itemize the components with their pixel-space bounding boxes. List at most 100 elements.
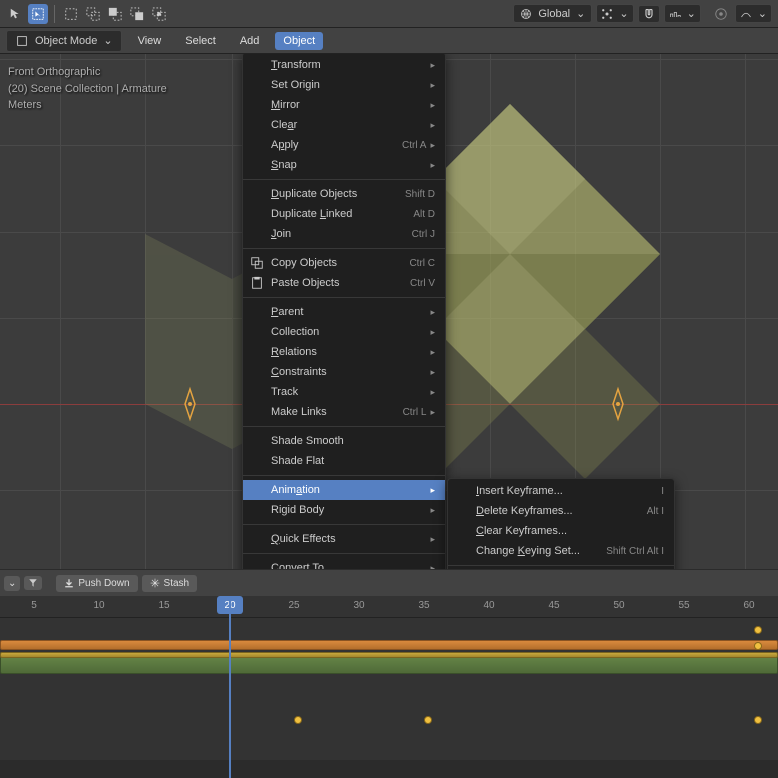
object-menu[interactable]: Object <box>275 32 323 50</box>
stash-label: Stash <box>164 578 190 589</box>
menu-duplicate-linked[interactable]: Duplicate LinkedAlt D <box>243 204 445 224</box>
pivot-dropdown[interactable]: ⌄ <box>596 4 633 23</box>
select-intersect-icon[interactable] <box>149 4 169 24</box>
track-row[interactable] <box>0 624 778 636</box>
ruler-tick: 5 <box>31 600 37 611</box>
select-box-icon[interactable] <box>61 4 81 24</box>
track-row[interactable] <box>0 652 778 674</box>
menu-quick-effects[interactable]: Quick Effects▸ <box>243 529 445 549</box>
overlay-line3: Meters <box>8 97 167 114</box>
separator <box>54 5 55 23</box>
orientation-label: Global <box>538 8 570 20</box>
track-row[interactable] <box>0 714 778 726</box>
proportional-falloff-dropdown[interactable]: ⌄ <box>735 4 772 23</box>
menu-separator <box>243 248 445 249</box>
select-subtract-icon[interactable] <box>105 4 125 24</box>
ruler-tick: 55 <box>678 600 689 611</box>
keyframe[interactable] <box>754 626 762 634</box>
timeline-header: ⌄ Push Down Stash <box>0 570 778 596</box>
viewport-3d[interactable]: Front Orthographic (20) Scene Collection… <box>0 54 778 569</box>
menu-apply[interactable]: ApplyCtrl A▸ <box>243 135 445 155</box>
menu-separator <box>243 297 445 298</box>
menu-track[interactable]: Track▸ <box>243 382 445 402</box>
submenu-change-keying-set[interactable]: Change Keying Set...Shift Ctrl Alt I <box>448 541 674 561</box>
orientation-dropdown[interactable]: Global ⌄ <box>513 4 592 23</box>
object-context-menu: Transform▸ Set Origin▸ Mirror▸ Clear▸ Ap… <box>242 54 446 569</box>
menu-constraints[interactable]: Constraints▸ <box>243 362 445 382</box>
stash-button[interactable]: Stash <box>142 575 198 592</box>
paste-icon <box>249 275 265 291</box>
pivot-icon <box>601 8 613 20</box>
snap-dropdown[interactable]: ⌄ <box>664 4 701 23</box>
cursor-tool-icon[interactable] <box>6 4 26 24</box>
menu-copy-objects[interactable]: Copy ObjectsCtrl C <box>243 253 445 273</box>
select-extend-icon[interactable] <box>83 4 103 24</box>
playhead-line <box>229 596 231 778</box>
falloff-icon <box>740 8 752 20</box>
menu-separator <box>243 475 445 476</box>
keyframe[interactable] <box>754 716 762 724</box>
snap-toggle[interactable] <box>638 5 660 23</box>
nla-strip[interactable] <box>0 640 778 650</box>
menu-separator <box>448 565 674 566</box>
menu-separator <box>243 426 445 427</box>
menu-convert-to[interactable]: Convert To▸ <box>243 558 445 569</box>
select-tool-icon[interactable] <box>28 4 48 24</box>
animation-submenu: Insert Keyframe...I Delete Keyframes...A… <box>447 478 675 569</box>
select-menu[interactable]: Select <box>177 32 224 50</box>
chevron-down-icon: ⌄ <box>619 7 628 20</box>
menu-rigid-body[interactable]: Rigid Body▸ <box>243 500 445 520</box>
mode-dropdown[interactable]: Object Mode ⌄ <box>6 30 122 52</box>
menu-set-origin[interactable]: Set Origin▸ <box>243 75 445 95</box>
ruler-tick: 50 <box>613 600 624 611</box>
menu-shade-flat[interactable]: Shade Flat <box>243 451 445 471</box>
menu-join[interactable]: JoinCtrl J <box>243 224 445 244</box>
select-invert-icon[interactable] <box>127 4 147 24</box>
viewport-header: Object Mode ⌄ View Select Add Object <box>0 28 778 54</box>
menu-animation[interactable]: Animation▸ <box>243 480 445 500</box>
menu-transform[interactable]: Transform▸ <box>243 55 445 75</box>
chevron-down-icon: ⌄ <box>687 7 696 20</box>
timeline-filter-icon[interactable] <box>24 576 42 590</box>
ruler-tick: 60 <box>743 600 754 611</box>
menu-mirror[interactable]: Mirror▸ <box>243 95 445 115</box>
timeline-tracks[interactable] <box>0 618 778 738</box>
menu-parent[interactable]: Parent▸ <box>243 302 445 322</box>
menu-collection[interactable]: Collection▸ <box>243 322 445 342</box>
push-down-button[interactable]: Push Down <box>56 575 137 592</box>
view-menu[interactable]: View <box>130 32 170 50</box>
submenu-clear-keyframes[interactable]: Clear Keyframes... <box>448 521 674 541</box>
globe-icon <box>520 8 532 20</box>
menu-relations[interactable]: Relations▸ <box>243 342 445 362</box>
ruler-tick: 25 <box>288 600 299 611</box>
keyframe[interactable] <box>424 716 432 724</box>
keyframe[interactable] <box>754 642 762 650</box>
push-down-label: Push Down <box>78 578 129 589</box>
menu-snap[interactable]: Snap▸ <box>243 155 445 175</box>
push-down-icon <box>64 578 74 588</box>
submenu-insert-keyframe[interactable]: Insert Keyframe...I <box>448 481 674 501</box>
add-menu[interactable]: Add <box>232 32 268 50</box>
mode-label: Object Mode <box>35 35 97 47</box>
menu-separator <box>243 179 445 180</box>
keyframe[interactable] <box>294 716 302 724</box>
menu-separator <box>243 524 445 525</box>
viewport-overlay-text: Front Orthographic (20) Scene Collection… <box>8 64 167 114</box>
timeline-ruler[interactable]: 20 5 10 15 20 25 30 35 40 45 50 55 60 <box>0 596 778 618</box>
increment-icon <box>669 8 681 20</box>
overlay-line1: Front Orthographic <box>8 64 167 81</box>
menu-separator <box>243 553 445 554</box>
menu-paste-objects[interactable]: Paste ObjectsCtrl V <box>243 273 445 293</box>
timeline-collapse-icon[interactable]: ⌄ <box>4 576 20 591</box>
menu-duplicate-objects[interactable]: Duplicate ObjectsShift D <box>243 184 445 204</box>
track-row[interactable] <box>0 640 778 650</box>
chevron-down-icon: ⌄ <box>576 7 585 20</box>
submenu-delete-keyframes[interactable]: Delete Keyframes...Alt I <box>448 501 674 521</box>
chevron-down-icon: ⌄ <box>758 7 767 20</box>
proportional-edit-icon[interactable] <box>711 4 731 24</box>
ruler-tick: 30 <box>353 600 364 611</box>
menu-shade-smooth[interactable]: Shade Smooth <box>243 431 445 451</box>
menu-clear[interactable]: Clear▸ <box>243 115 445 135</box>
menu-make-links[interactable]: Make LinksCtrl L▸ <box>243 402 445 422</box>
ruler-tick: 10 <box>93 600 104 611</box>
